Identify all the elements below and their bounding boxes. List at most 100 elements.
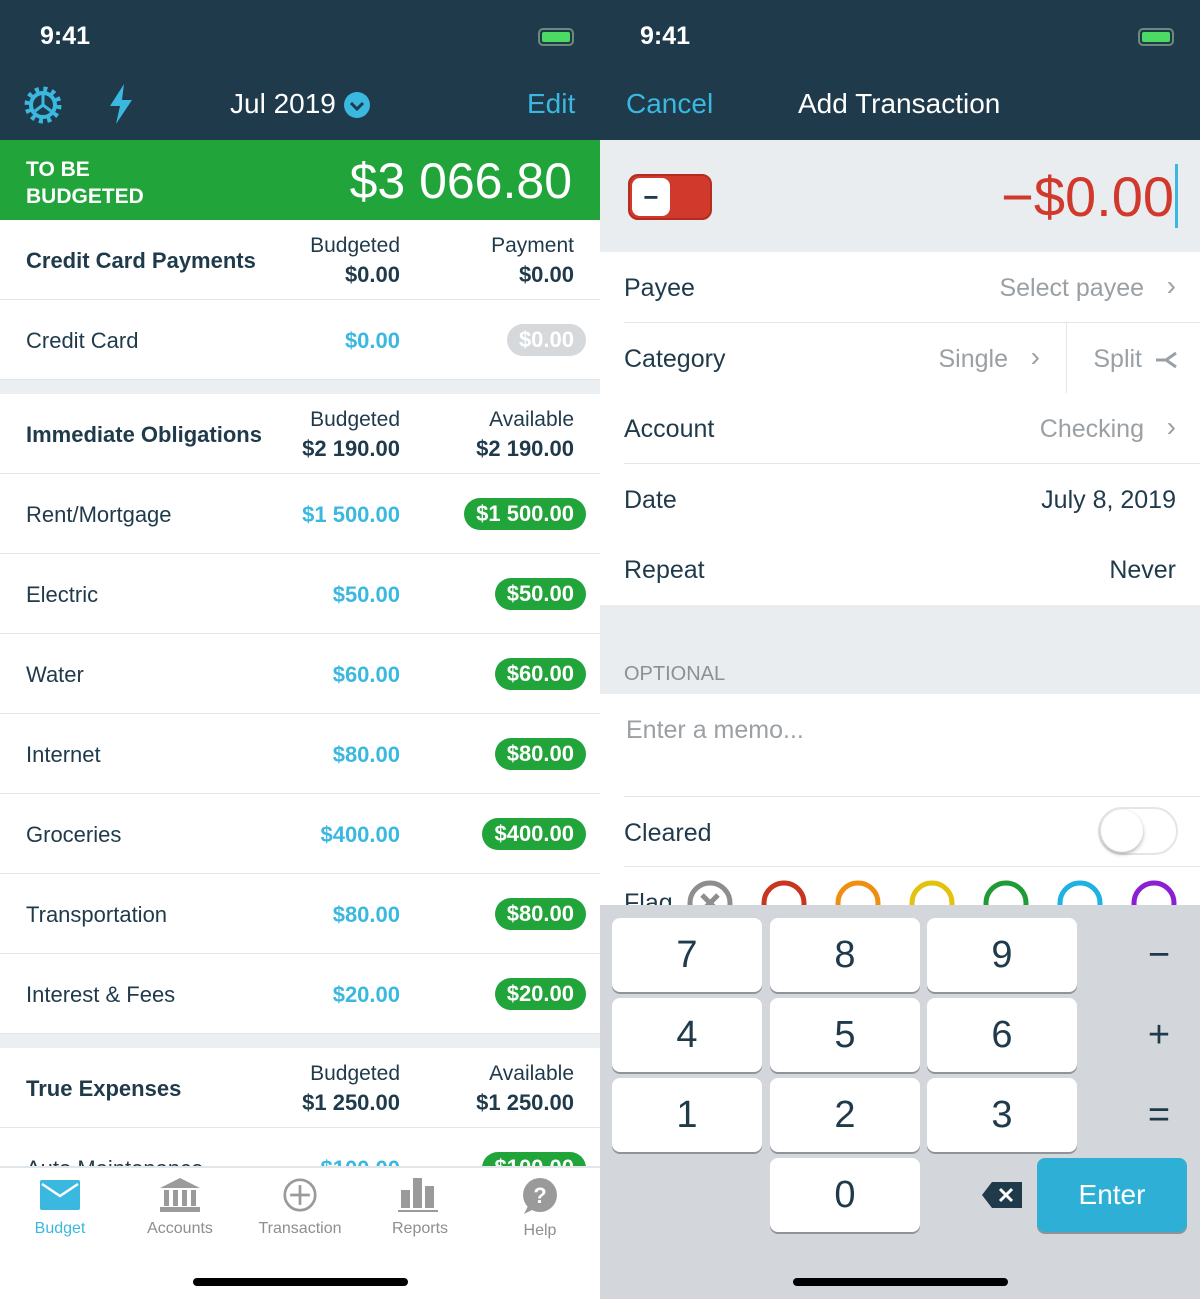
transaction-header: 9:41 Cancel Add Transaction xyxy=(600,0,1200,140)
budgeted-amount[interactable]: $60.00 xyxy=(333,662,400,688)
category-row[interactable]: Water $60.00 $60.00 xyxy=(0,634,600,714)
group-name: Credit Card Payments xyxy=(26,248,256,273)
field-label: Cleared xyxy=(624,819,712,847)
inflow-outflow-toggle[interactable]: − xyxy=(628,174,712,220)
budgeted-amount[interactable]: $80.00 xyxy=(333,902,400,928)
keypad-key[interactable]: 1 xyxy=(612,1078,762,1152)
budgeted-amount[interactable]: $50.00 xyxy=(333,582,400,608)
keypad-key[interactable]: 2 xyxy=(770,1078,920,1152)
available-pill[interactable]: $1 500.00 xyxy=(464,498,586,530)
category-group-header[interactable]: Immediate Obligations Budgeted $2 190.00 Av… xyxy=(0,394,600,474)
category-group-header[interactable]: Credit Card Payments Budgeted $0.00 Payment… xyxy=(0,220,600,300)
tab-label: Budget xyxy=(34,1220,86,1237)
flag-color-icon[interactable] xyxy=(834,879,882,905)
keypad: 7 8 9− 4 5 6 +1 2 3 = 0 Enter xyxy=(600,905,1200,1299)
budgeted-amount[interactable]: $0.00 xyxy=(345,328,400,354)
group-col2-label: Available xyxy=(489,1062,574,1085)
keypad-key[interactable]: − xyxy=(1084,918,1200,992)
field-label: Date xyxy=(624,486,677,514)
budgeted-amount[interactable]: $80.00 xyxy=(333,742,400,768)
amount-input[interactable]: −$0.00 xyxy=(1001,164,1174,229)
budgeted-amount[interactable]: $20.00 xyxy=(333,982,400,1008)
category-name: Interest & Fees xyxy=(26,982,176,1007)
flag-color-icon[interactable] xyxy=(760,879,808,905)
chevron-down-icon[interactable] xyxy=(344,92,370,118)
budget-header: 9:41 Jul 2019 Edit xyxy=(0,0,600,140)
field-label: Category xyxy=(624,345,726,373)
tab-accounts[interactable]: Accounts xyxy=(120,1178,240,1238)
flag-color-icon[interactable] xyxy=(908,879,956,905)
category-row[interactable]: Transportation $80.00 $80.00 xyxy=(0,874,600,954)
category-name: Transportation xyxy=(26,902,168,927)
flag-color-icon[interactable] xyxy=(1130,879,1178,905)
available-pill[interactable]: $80.00 xyxy=(494,738,586,770)
payee-field[interactable]: Payee Select payee › xyxy=(600,252,1200,323)
category-name: Rent/Mortgage xyxy=(26,502,172,527)
available-pill[interactable]: $400.00 xyxy=(482,818,586,850)
bank-icon xyxy=(160,1178,200,1212)
tbb-amount: $3 066.80 xyxy=(349,153,572,209)
keypad-key[interactable]: 5 xyxy=(770,998,920,1072)
category-row[interactable]: Electric $50.00 $50.00 xyxy=(0,554,600,634)
date-value: July 8, 2019 xyxy=(1041,486,1176,514)
keypad-key[interactable]: 3 xyxy=(927,1078,1077,1152)
text-cursor xyxy=(1175,164,1178,228)
available-pill[interactable]: $0.00 xyxy=(506,324,586,356)
available-pill[interactable]: $60.00 xyxy=(494,658,586,690)
keypad-key[interactable]: 0 xyxy=(770,1158,920,1232)
keypad-key[interactable]: 6 xyxy=(927,998,1077,1072)
category-name: Groceries xyxy=(26,822,122,847)
field-label: Payee xyxy=(624,274,695,302)
month-title[interactable]: Jul 2019 xyxy=(230,88,336,120)
chevron-right-icon: › xyxy=(1166,411,1176,442)
keypad-key[interactable]: 9 xyxy=(927,918,1077,992)
lightning-icon[interactable] xyxy=(106,84,136,124)
group-divider xyxy=(0,380,600,394)
category-row[interactable]: Internet $80.00 $80.00 xyxy=(0,714,600,794)
cleared-row: Cleared xyxy=(600,797,1200,867)
account-field[interactable]: Account Checking › xyxy=(600,393,1200,464)
category-row[interactable]: Credit Card $0.00 $0.00 xyxy=(0,300,600,380)
keypad-key[interactable]: 8 xyxy=(770,918,920,992)
group-col1-value: $1 250.00 xyxy=(302,1090,400,1115)
keypad-key[interactable]: 4 xyxy=(612,998,762,1072)
keypad-key[interactable]: 7 xyxy=(612,918,762,992)
edit-button[interactable]: Edit xyxy=(527,88,575,120)
flag-color-icon[interactable] xyxy=(982,879,1030,905)
date-field[interactable]: Date July 8, 2019 xyxy=(600,464,1200,535)
chevron-right-icon: › xyxy=(1030,341,1040,372)
category-single-button[interactable]: Single xyxy=(939,345,1009,374)
cancel-button[interactable]: Cancel xyxy=(626,88,713,120)
budgeted-amount[interactable]: $1 500.00 xyxy=(302,502,400,528)
tab-reports[interactable]: Reports xyxy=(360,1178,480,1238)
category-group-header[interactable]: True Expenses Budgeted $1 250.00 Available $… xyxy=(0,1048,600,1128)
category-name: Electric xyxy=(26,582,99,607)
help-bubble-icon: ? xyxy=(523,1178,557,1214)
flag-color-icon[interactable] xyxy=(1056,879,1104,905)
category-row[interactable]: Rent/Mortgage $1 500.00 $1 500.00 xyxy=(0,474,600,554)
category-row[interactable]: Groceries $400.00 $400.00 xyxy=(0,794,600,874)
available-pill[interactable]: $20.00 xyxy=(494,978,586,1010)
keypad-key[interactable]: = xyxy=(1084,1078,1200,1152)
memo-input[interactable]: Enter a memo... xyxy=(600,694,1200,797)
cleared-toggle[interactable] xyxy=(1098,807,1178,855)
tbb-label: TO BE xyxy=(26,158,90,181)
enter-button[interactable]: Enter xyxy=(1037,1158,1187,1232)
group-col2-value: $2 190.00 xyxy=(476,436,574,461)
status-time: 9:41 xyxy=(640,22,691,50)
available-pill[interactable]: $80.00 xyxy=(494,898,586,930)
tab-help[interactable]: ? Help xyxy=(480,1178,600,1240)
repeat-field[interactable]: Repeat Never xyxy=(600,534,1200,605)
group-col2-label: Payment xyxy=(491,234,574,257)
tab-budget[interactable]: Budget xyxy=(0,1178,120,1238)
keypad-key[interactable]: + xyxy=(1084,998,1200,1072)
home-indicator xyxy=(193,1278,408,1286)
flag-none-icon[interactable] xyxy=(686,879,734,905)
group-name: True Expenses xyxy=(26,1076,182,1101)
category-split-button[interactable]: Split xyxy=(1093,345,1142,374)
available-pill[interactable]: $50.00 xyxy=(494,578,586,610)
gear-icon[interactable] xyxy=(24,86,62,124)
tab-transaction[interactable]: Transaction xyxy=(240,1178,360,1238)
category-row[interactable]: Interest & Fees $20.00 $20.00 xyxy=(0,954,600,1034)
budgeted-amount[interactable]: $400.00 xyxy=(320,822,400,848)
